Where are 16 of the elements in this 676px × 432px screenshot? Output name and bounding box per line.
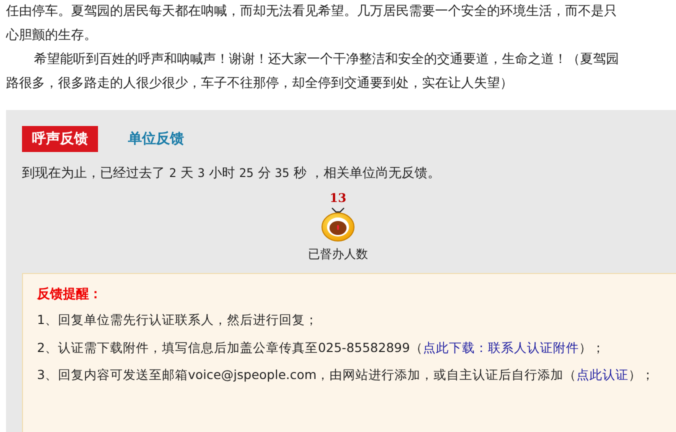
tab[interactable]: 单位反馈: [118, 126, 194, 152]
shouting-face-icon[interactable]: [321, 206, 355, 242]
reminder-title: 反馈提醒：: [37, 286, 103, 304]
reminder-item: 1、回复单位需先行认证联系人，然后进行回复；: [37, 311, 319, 329]
supervise-count: 13: [330, 191, 346, 205]
article-text: 希望能听到百姓的呼声和呐喊声！谢谢！还大家一个干净整洁和安全的交通要道，生命之道！（夏驾园: [33, 51, 620, 69]
elapsed-time-text: 到现在为止，已经过去了 2 天 3 小时 25 分 35 秒 ，相关单位尚无反馈。: [22, 165, 442, 183]
reminder-item: 3、回复内容可发送至邮箱voice@jspeople.com，由网站进行添加，或自主认证后自行添加（点此认证）；: [37, 366, 656, 384]
article-text: 路很多，很多路走的人很少很少，车子不往那停，却全停到交通要到处，实在让人失望）: [6, 75, 514, 93]
link[interactable]: 点此认证: [576, 367, 629, 382]
supervise-label: 已督办人数: [308, 246, 368, 263]
article-text: 任由停车。夏驾园的居民每天都在呐喊，而却无法看见希望。几万居民需要一个安全的环境生活，而不是只: [6, 3, 618, 21]
link[interactable]: 点此下载：联系人认证附件: [422, 340, 579, 354]
article-text: 心胆颤的生存。: [6, 27, 98, 45]
reminder-item: 2、认证需下载附件，填写信息后加盖公章传真至025-85582899（点此下载：联系人认证附件）；: [37, 338, 606, 356]
tab[interactable]: 呼声反馈: [22, 126, 98, 152]
